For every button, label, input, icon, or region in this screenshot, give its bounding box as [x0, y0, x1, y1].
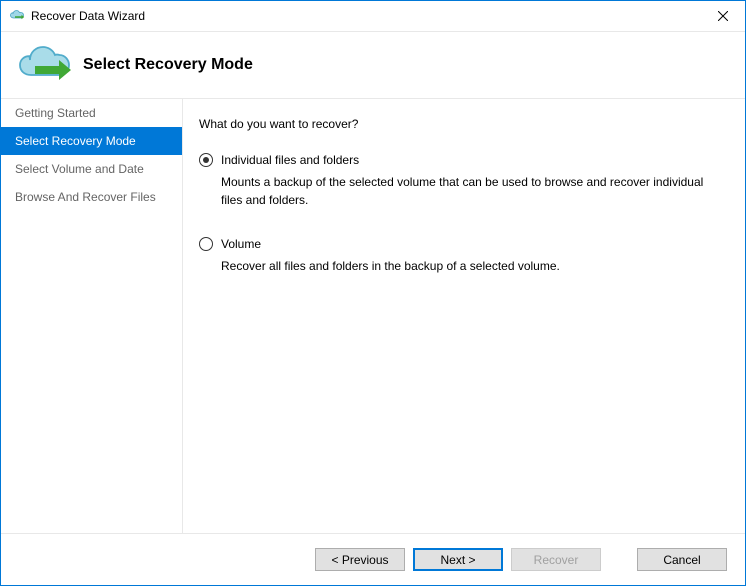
radio-circle-icon — [199, 153, 213, 167]
option-description: Mounts a backup of the selected volume t… — [221, 173, 717, 209]
previous-button[interactable]: < Previous — [315, 548, 405, 571]
sidebar-item-browse-recover-files[interactable]: Browse And Recover Files — [1, 183, 182, 211]
option-volume: Volume Recover all files and folders in … — [199, 237, 717, 275]
radio-label: Volume — [221, 237, 261, 251]
app-cloud-icon — [9, 8, 25, 24]
radio-individual-files[interactable]: Individual files and folders — [199, 153, 717, 167]
main-content: What do you want to recover? Individual … — [182, 98, 745, 533]
sidebar: Getting Started Select Recovery Mode Sel… — [1, 98, 182, 533]
close-button[interactable] — [700, 1, 745, 32]
sidebar-item-select-recovery-mode[interactable]: Select Recovery Mode — [1, 127, 182, 155]
cloud-recovery-icon — [15, 44, 73, 86]
recovery-options: Individual files and folders Mounts a ba… — [199, 153, 717, 275]
recover-button: Recover — [511, 548, 601, 571]
close-icon — [718, 11, 728, 21]
option-individual-files: Individual files and folders Mounts a ba… — [199, 153, 717, 209]
option-description: Recover all files and folders in the bac… — [221, 257, 717, 275]
recovery-question: What do you want to recover? — [199, 117, 717, 131]
sidebar-item-select-volume-date[interactable]: Select Volume and Date — [1, 155, 182, 183]
next-button[interactable]: Next > — [413, 548, 503, 571]
sidebar-item-getting-started[interactable]: Getting Started — [1, 99, 182, 127]
radio-volume[interactable]: Volume — [199, 237, 717, 251]
cancel-button[interactable]: Cancel — [637, 548, 727, 571]
radio-circle-icon — [199, 237, 213, 251]
page-title: Select Recovery Mode — [83, 56, 253, 74]
body-area: Getting Started Select Recovery Mode Sel… — [1, 98, 745, 533]
page-header: Select Recovery Mode — [1, 32, 745, 98]
radio-label: Individual files and folders — [221, 153, 359, 167]
window-title: Recover Data Wizard — [31, 9, 700, 23]
footer: < Previous Next > Recover Cancel — [1, 533, 745, 585]
titlebar: Recover Data Wizard — [1, 1, 745, 32]
